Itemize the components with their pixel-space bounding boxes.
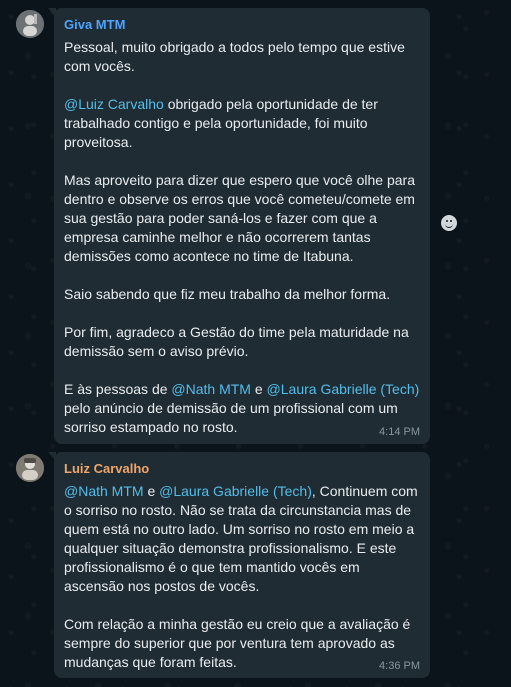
message-time: 4:36 PM bbox=[379, 660, 420, 672]
message-text-segment: e bbox=[143, 483, 160, 499]
sender-name[interactable]: Luiz Carvalho bbox=[64, 460, 420, 478]
avatar-giva[interactable] bbox=[16, 10, 44, 38]
message-paragraph: E às pessoas de @Nath MTM e @Laura Gabri… bbox=[64, 380, 420, 437]
mention-link[interactable]: @Laura Gabrielle (Tech) bbox=[267, 381, 420, 397]
message-bubble-giva[interactable]: Giva MTM Pessoal, muito obrigado a todos… bbox=[48, 8, 430, 444]
avatar-luiz[interactable] bbox=[16, 454, 44, 482]
message-bubble-luiz[interactable]: Luiz Carvalho @Nath MTM e @Laura Gabriel… bbox=[48, 452, 430, 678]
smiley-icon[interactable] bbox=[441, 215, 457, 231]
message-text-segment: , Continuem com o sorriso no rosto. Não … bbox=[64, 483, 418, 594]
message-time: 4:14 PM bbox=[379, 426, 420, 438]
message-text-segment: Saio sabendo que fiz meu trabalho da mel… bbox=[64, 286, 391, 302]
message-paragraph: Com relação a minha gestão eu creio que … bbox=[64, 615, 420, 672]
mention-link[interactable]: @Laura Gabrielle (Tech) bbox=[159, 483, 312, 499]
message-text-segment: Com relação a minha gestão eu creio que … bbox=[64, 616, 411, 670]
mention-link[interactable]: @Nath MTM bbox=[171, 381, 251, 397]
message-text-segment: Mas aproveito para dizer que espero que … bbox=[64, 172, 415, 264]
message-paragraph: @Nath MTM e @Laura Gabrielle (Tech), Con… bbox=[64, 482, 420, 596]
message-text-segment: E às pessoas de bbox=[64, 381, 172, 397]
message-text: Pessoal, muito obrigado a todos pelo tem… bbox=[64, 38, 420, 437]
message-paragraph: Pessoal, muito obrigado a todos pelo tem… bbox=[64, 38, 420, 76]
sender-name[interactable]: Giva MTM bbox=[64, 16, 420, 34]
smiley-mouth bbox=[445, 223, 453, 228]
message-paragraph: Mas aproveito para dizer que espero que … bbox=[64, 171, 420, 266]
mention-link[interactable]: @Nath MTM bbox=[64, 483, 144, 499]
message-paragraph: Saio sabendo que fiz meu trabalho da mel… bbox=[64, 285, 420, 304]
message-text-segment: pelo anúncio de demissão de um profissio… bbox=[64, 400, 398, 435]
mention-link[interactable]: @Luiz Carvalho bbox=[64, 96, 164, 112]
message-paragraph: @Luiz Carvalho obrigado pela oportunidad… bbox=[64, 95, 420, 152]
message-text-segment: e bbox=[250, 381, 267, 397]
message-text-segment: Pessoal, muito obrigado a todos pelo tem… bbox=[64, 39, 405, 74]
message-text-segment: Por fim, agradeco a Gestão do time pela … bbox=[64, 324, 409, 359]
message-text: @Nath MTM e @Laura Gabrielle (Tech), Con… bbox=[64, 482, 420, 672]
message-paragraph: Por fim, agradeco a Gestão do time pela … bbox=[64, 323, 420, 361]
